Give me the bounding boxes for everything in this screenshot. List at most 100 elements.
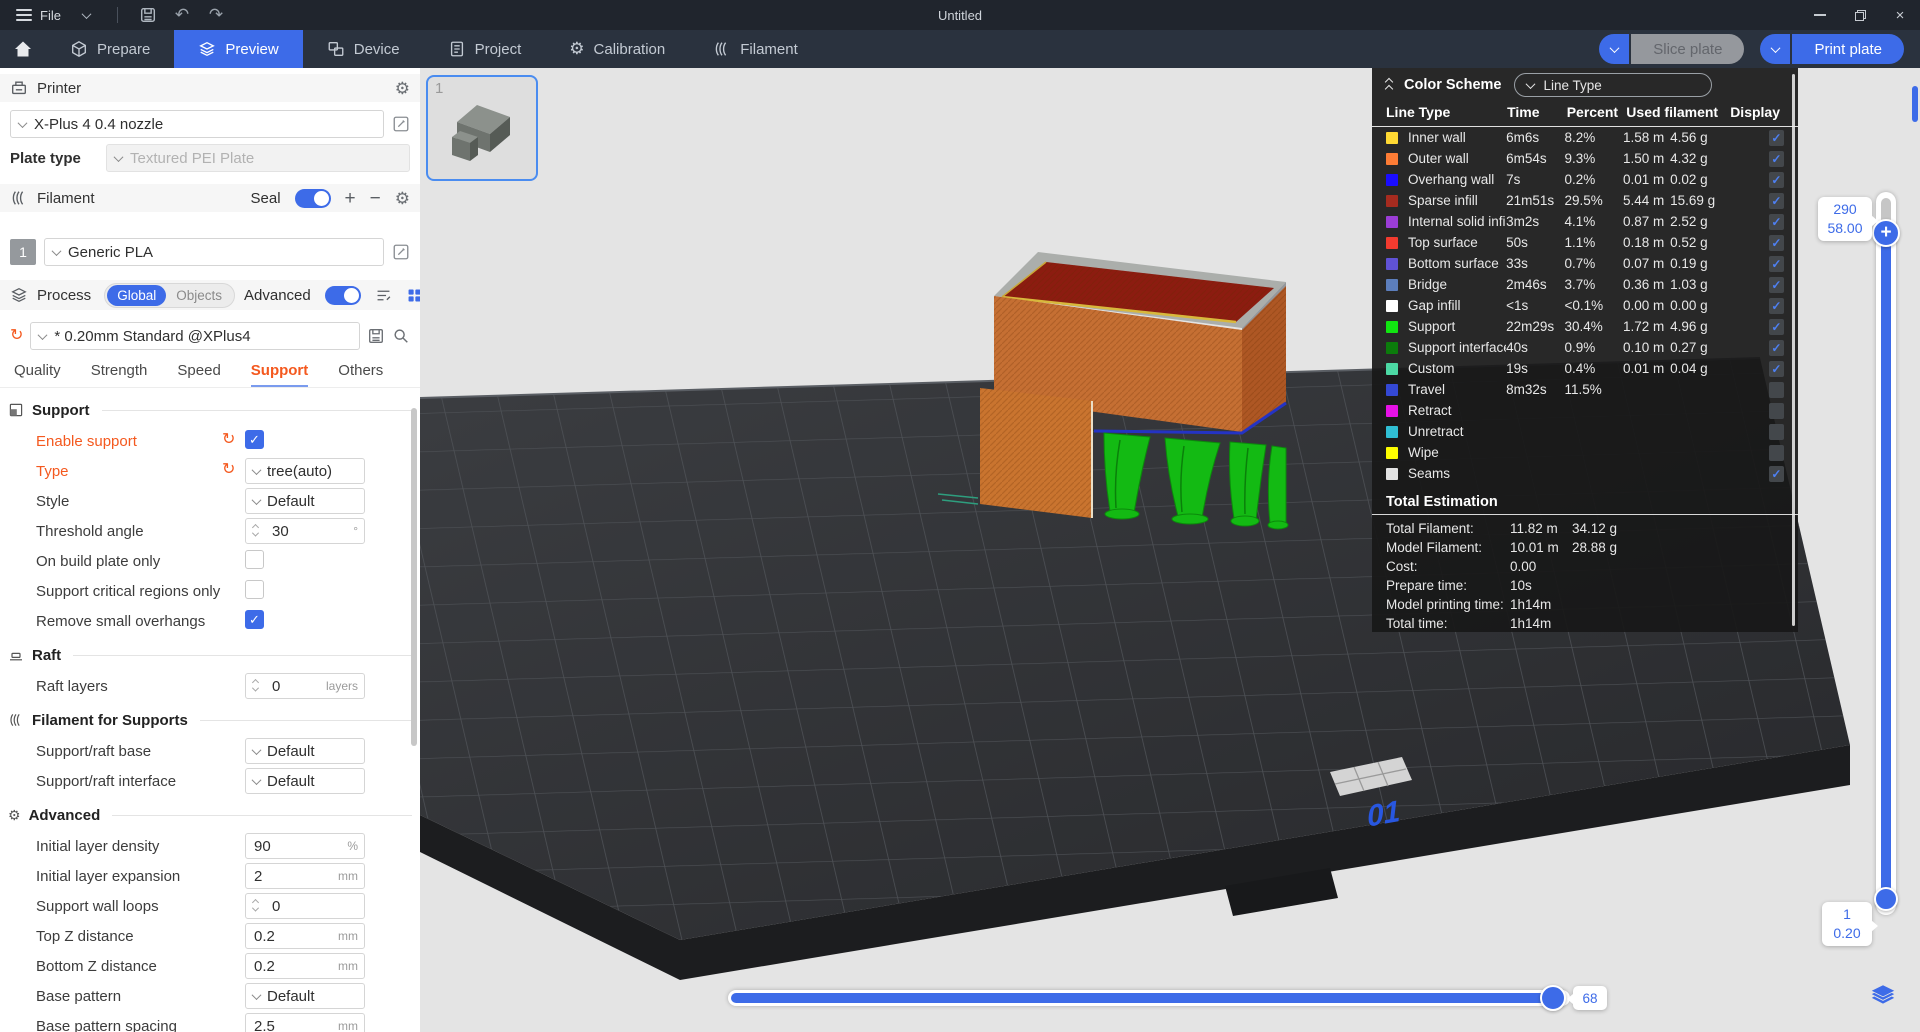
tab-device[interactable]: Device [303,30,424,68]
file-menu[interactable]: File [10,5,67,26]
minimize-button[interactable] [1800,0,1840,30]
raft-layers-stepper[interactable]: 0layers [245,673,365,699]
initial-layer-expansion-input[interactable]: 2mm [245,863,365,889]
remove-small-overhangs-checkbox[interactable]: ✓ [245,610,264,629]
spin-arrows[interactable] [246,525,264,537]
scope-global[interactable]: Global [107,285,166,306]
support-display-checkbox[interactable]: ✓ [1769,319,1784,335]
step-slider[interactable]: 68 [728,990,1570,1006]
total-row-total-time: Total time:1h14m [1372,614,1798,633]
inner-wall-display-checkbox[interactable]: ✓ [1769,130,1784,146]
printer-edit-icon[interactable] [392,115,410,133]
process-tab-quality[interactable]: Quality [14,362,61,387]
process-tab-strength[interactable]: Strength [91,362,148,387]
filament-edit-icon[interactable] [392,243,410,261]
spin-arrows[interactable] [246,900,264,912]
internal-solid-infill-display-checkbox[interactable]: ✓ [1769,214,1784,230]
tab-prepare[interactable]: Prepare [46,30,174,68]
support-interface-display-checkbox[interactable]: ✓ [1769,340,1784,356]
process-reset-icon[interactable]: ↻ [10,328,23,344]
printer-preset-select[interactable]: X-Plus 4 0.4 nozzle [10,110,384,138]
save-button[interactable] [134,4,162,26]
print-plate-button[interactable]: Print plate [1792,34,1904,64]
enable-support-checkbox[interactable]: ✓ [245,430,264,449]
plate-thumbnail[interactable]: 1 [426,75,538,181]
viewport-scrollbar[interactable] [1912,86,1918,122]
retract-display-checkbox[interactable]: ✓ [1769,403,1784,419]
redo-button[interactable]: ↷ [202,4,230,26]
print-plate-dropdown[interactable] [1760,34,1790,64]
process-tab-speed[interactable]: Speed [177,362,220,387]
time-value: 8m32s [1506,382,1564,397]
seams-display-checkbox[interactable]: ✓ [1769,466,1784,482]
unretract-display-checkbox[interactable]: ✓ [1769,424,1784,440]
panel-scrollbar[interactable] [411,408,417,746]
slice-plate-button[interactable]: Slice plate [1631,34,1744,64]
file-menu-chevron[interactable] [73,4,101,26]
seal-toggle[interactable] [295,189,331,208]
tab-filament[interactable]: Filament [689,30,822,68]
wipe-display-checkbox[interactable]: ✓ [1769,445,1784,461]
close-button[interactable]: × [1880,0,1920,30]
on-build-plate-only-checkbox[interactable] [245,550,264,569]
reset-icon[interactable]: ↻ [222,432,235,448]
undo-button[interactable]: ↶ [168,4,196,26]
base-pattern-select[interactable]: Default [245,983,365,1009]
advanced-mode-toggle[interactable] [325,286,361,305]
process-tab-others[interactable]: Others [338,362,383,387]
outer-wall-display-checkbox[interactable]: ✓ [1769,151,1784,167]
filament-preset-select[interactable]: Generic PLA [44,238,384,266]
spin-arrows[interactable] [246,680,264,692]
gap-infill-display-checkbox[interactable]: ✓ [1769,298,1784,314]
legend-row-retract: Retract✓ [1372,400,1798,421]
bottom-z-distance-input[interactable]: 0.2mm [245,953,365,979]
top-surface-display-checkbox[interactable]: ✓ [1769,235,1784,251]
collapse-panel-icon[interactable] [1386,79,1392,92]
initial-layer-density-input[interactable]: 90% [245,833,365,859]
layer-slider-bottom-handle[interactable] [1874,887,1898,911]
navbar: PreparePreviewDeviceProject⚙CalibrationF… [0,30,1920,68]
process-grid-icon[interactable] [406,287,420,304]
support-critical-regions-only-checkbox[interactable] [245,580,264,599]
sparse-infill-display-checkbox[interactable]: ✓ [1769,193,1784,209]
reset-icon[interactable]: ↻ [222,462,235,478]
tab-calibration[interactable]: ⚙Calibration [545,30,689,68]
view-mode-select[interactable]: Line Type [1514,73,1712,97]
tab-preview[interactable]: Preview [174,30,302,68]
add-filament-button[interactable]: + [345,189,356,208]
scope-objects[interactable]: Objects [166,285,232,306]
viewport-3d[interactable]: 01 [420,68,1920,1032]
printed-model[interactable] [938,252,1288,529]
threshold-angle-stepper[interactable]: 30° [245,518,365,544]
custom-display-checkbox[interactable]: ✓ [1769,361,1784,377]
step-slider-handle[interactable] [1540,985,1566,1011]
support-wall-loops-stepper[interactable]: 0 [245,893,365,919]
save-preset-icon[interactable] [367,327,385,345]
process-tab-support[interactable]: Support [251,362,309,387]
layers-icon[interactable] [1866,982,1900,1019]
home-button[interactable] [0,30,46,68]
tab-project[interactable]: Project [424,30,546,68]
layer-range-slider[interactable]: + [1876,192,1896,915]
filament-settings-gear-icon[interactable]: ⚙ [395,190,410,207]
remove-filament-button[interactable]: − [370,189,381,208]
overhang-wall-display-checkbox[interactable]: ✓ [1769,172,1784,188]
support-raft-base-select[interactable]: Default [245,738,365,764]
restore-button[interactable] [1840,0,1880,30]
search-icon[interactable] [392,327,410,345]
legend-scrollbar[interactable] [1792,74,1795,626]
parameter-list-icon[interactable] [375,287,392,304]
top-z-distance-input[interactable]: 0.2mm [245,923,365,949]
travel-display-checkbox[interactable]: ✓ [1769,382,1784,398]
printer-settings-gear-icon[interactable]: ⚙ [395,80,410,97]
bottom-surface-display-checkbox[interactable]: ✓ [1769,256,1784,272]
base-pattern-spacing-input[interactable]: 2.5mm [245,1013,365,1032]
process-preset-select[interactable]: * 0.20mm Standard @XPlus4 [30,322,360,350]
plate-type-select[interactable]: Textured PEI Plate [106,144,410,172]
bridge-display-checkbox[interactable]: ✓ [1769,277,1784,293]
slice-plate-dropdown[interactable] [1599,34,1629,64]
type-select[interactable]: tree(auto) [245,458,365,484]
support-raft-interface-select[interactable]: Default [245,768,365,794]
style-select[interactable]: Default [245,488,365,514]
filament-slot-badge[interactable]: 1 [10,239,36,265]
